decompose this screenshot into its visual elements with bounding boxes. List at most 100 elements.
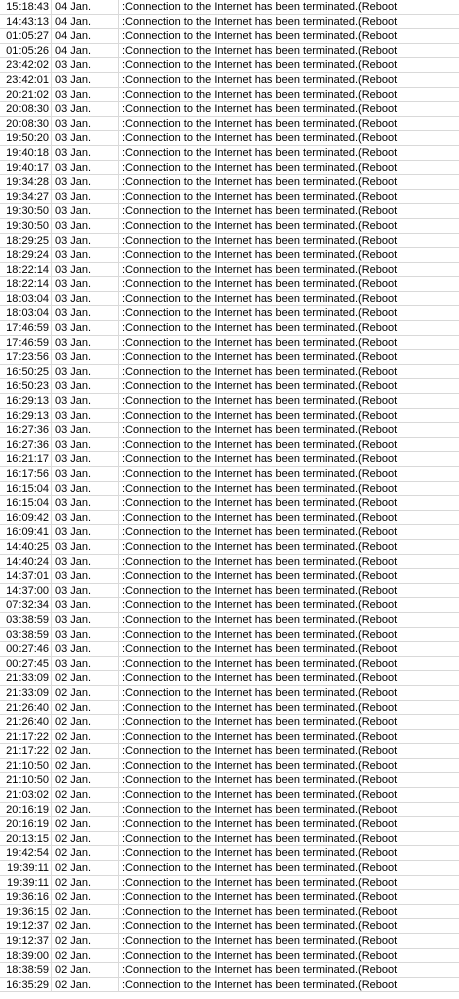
log-row[interactable]: 21:33:09 02 Jan.:Connection to the Intern… [0,685,459,701]
time-cell[interactable]: 20:16:19 [0,802,52,817]
log-row[interactable]: 17:46:59 03 Jan.:Connection to the Intern… [0,335,459,351]
log-row[interactable]: 20:08:30 03 Jan.:Connection to the Intern… [0,102,459,117]
time-cell[interactable]: 14:40:25 [0,539,52,554]
message-cell[interactable]: :Connection to the Internet has been ter… [119,379,459,393]
message-cell[interactable]: :Connection to the Internet has been ter… [119,525,459,539]
message-cell[interactable]: :Connection to the Internet has been ter… [119,248,459,262]
time-cell[interactable]: 20:08:30 [0,116,52,131]
message-cell[interactable]: :Connection to the Internet has been ter… [119,803,459,817]
log-row[interactable]: 19:12:37 02 Jan.:Connection to the Intern… [0,919,459,934]
time-cell[interactable]: 16:17:56 [0,467,52,481]
log-row[interactable]: 20:16:19 02 Jan.:Connection to the Intern… [0,817,459,832]
message-cell[interactable]: :Connection to the Internet has been ter… [119,876,459,890]
log-row[interactable]: 21:33:09 02 Jan.:Connection to the Intern… [0,671,459,686]
date-cell[interactable]: 02 Jan. [52,685,119,700]
date-cell[interactable]: 03 Jan. [52,218,119,233]
date-cell[interactable]: 03 Jan. [52,627,119,642]
date-cell[interactable]: 03 Jan. [52,642,119,656]
message-cell[interactable]: :Connection to the Internet has been ter… [119,788,459,802]
time-cell[interactable]: 19:12:37 [0,934,52,948]
date-cell[interactable]: 03 Jan. [52,321,119,335]
log-row[interactable]: 01:05:26 04 Jan.:Connection to the Intern… [0,43,459,59]
time-cell[interactable]: 16:09:41 [0,525,52,539]
message-cell[interactable]: :Connection to the Internet has been ter… [119,730,459,744]
log-row[interactable]: 19:42:54 02 Jan.:Connection to the Intern… [0,846,459,862]
message-cell[interactable]: :Connection to the Internet has been ter… [119,555,459,569]
time-cell[interactable]: 19:34:28 [0,175,52,189]
message-cell[interactable]: :Connection to the Internet has been ter… [119,598,459,612]
date-cell[interactable]: 03 Jan. [52,467,119,481]
message-cell[interactable]: :Connection to the Internet has been ter… [119,919,459,933]
date-cell[interactable]: 04 Jan. [52,0,119,14]
time-cell[interactable]: 18:29:25 [0,233,52,248]
date-cell[interactable]: 04 Jan. [52,14,119,29]
time-cell[interactable]: 18:39:00 [0,948,52,963]
log-row[interactable]: 18:38:59 02 Jan.:Connection to the Intern… [0,963,459,978]
date-cell[interactable]: 03 Jan. [52,277,119,291]
date-cell[interactable]: 02 Jan. [52,934,119,948]
log-row[interactable]: 19:34:27 03 Jan.:Connection to the Intern… [0,189,459,205]
log-row[interactable]: 07:32:34 03 Jan.:Connection to the Intern… [0,598,459,613]
message-cell[interactable]: :Connection to the Internet has been ter… [119,423,459,437]
date-cell[interactable]: 02 Jan. [52,904,119,919]
message-cell[interactable]: :Connection to the Internet has been ter… [119,657,459,671]
time-cell[interactable]: 21:10:50 [0,758,52,773]
time-cell[interactable]: 19:42:54 [0,846,52,861]
date-cell[interactable]: 03 Jan. [52,656,119,671]
log-row[interactable]: 19:36:16 02 Jan.:Connection to the Intern… [0,890,459,905]
log-row[interactable]: 18:22:14 03 Jan.:Connection to the Intern… [0,277,459,292]
date-cell[interactable]: 03 Jan. [52,408,119,423]
log-row[interactable]: 18:03:04 03 Jan.:Connection to the Intern… [0,291,459,307]
log-row[interactable]: 16:35:29 02 Jan.:Connection to the Intern… [0,977,459,993]
message-cell[interactable]: :Connection to the Internet has been ter… [119,15,459,29]
message-cell[interactable]: :Connection to the Internet has been ter… [119,978,459,992]
time-cell[interactable]: 20:08:30 [0,102,52,116]
message-cell[interactable]: :Connection to the Internet has been ter… [119,29,459,43]
message-cell[interactable]: :Connection to the Internet has been ter… [119,409,459,423]
log-row[interactable]: 19:30:50 03 Jan.:Connection to the Intern… [0,218,459,234]
message-cell[interactable]: :Connection to the Internet has been ter… [119,905,459,919]
message-cell[interactable]: :Connection to the Internet has been ter… [119,569,459,583]
time-cell[interactable]: 21:26:40 [0,700,52,715]
time-cell[interactable]: 16:50:25 [0,364,52,379]
log-row[interactable]: 00:27:46 03 Jan.:Connection to the Intern… [0,642,459,657]
date-cell[interactable]: 02 Jan. [52,890,119,904]
date-cell[interactable]: 03 Jan. [52,539,119,554]
date-cell[interactable]: 04 Jan. [52,43,119,58]
time-cell[interactable]: 19:39:11 [0,875,52,890]
time-cell[interactable]: 19:34:27 [0,189,52,204]
log-row[interactable]: 00:27:45 03 Jan.:Connection to the Intern… [0,656,459,672]
time-cell[interactable]: 21:33:09 [0,671,52,685]
date-cell[interactable]: 03 Jan. [52,248,119,262]
time-cell[interactable]: 16:29:13 [0,408,52,423]
time-cell[interactable]: 18:38:59 [0,963,52,977]
log-row[interactable]: 21:10:50 02 Jan.:Connection to the Intern… [0,758,459,774]
time-cell[interactable]: 00:27:46 [0,642,52,656]
log-row[interactable]: 14:40:25 03 Jan.:Connection to the Intern… [0,539,459,555]
date-cell[interactable]: 02 Jan. [52,773,119,788]
date-cell[interactable]: 02 Jan. [52,700,119,715]
date-cell[interactable]: 03 Jan. [52,583,119,598]
log-row[interactable]: 16:50:23 03 Jan.:Connection to the Intern… [0,379,459,395]
log-row[interactable]: 16:15:04 03 Jan.:Connection to the Intern… [0,481,459,497]
message-cell[interactable]: :Connection to the Internet has been ter… [119,861,459,875]
date-cell[interactable]: 03 Jan. [52,145,119,160]
time-cell[interactable]: 16:29:13 [0,394,52,408]
log-row[interactable]: 16:27:36 03 Jan.:Connection to the Intern… [0,437,459,453]
message-cell[interactable]: :Connection to the Internet has been ter… [119,44,459,58]
date-cell[interactable]: 03 Jan. [52,204,119,218]
log-row[interactable]: 21:17:22 02 Jan.:Connection to the Intern… [0,729,459,745]
time-cell[interactable]: 17:46:59 [0,321,52,335]
message-cell[interactable]: :Connection to the Internet has been ter… [119,175,459,189]
message-cell[interactable]: :Connection to the Internet has been ter… [119,467,459,481]
message-cell[interactable]: :Connection to the Internet has been ter… [119,131,459,145]
log-row[interactable]: 03:38:59 03 Jan.:Connection to the Intern… [0,627,459,643]
date-cell[interactable]: 03 Jan. [52,510,119,525]
log-row[interactable]: 01:05:27 04 Jan.:Connection to the Intern… [0,29,459,44]
date-cell[interactable]: 02 Jan. [52,861,119,875]
time-cell[interactable]: 03:38:59 [0,627,52,642]
time-cell[interactable]: 21:33:09 [0,685,52,700]
message-cell[interactable]: :Connection to the Internet has been ter… [119,715,459,729]
time-cell[interactable]: 19:30:50 [0,218,52,233]
time-cell[interactable]: 16:15:04 [0,496,52,510]
